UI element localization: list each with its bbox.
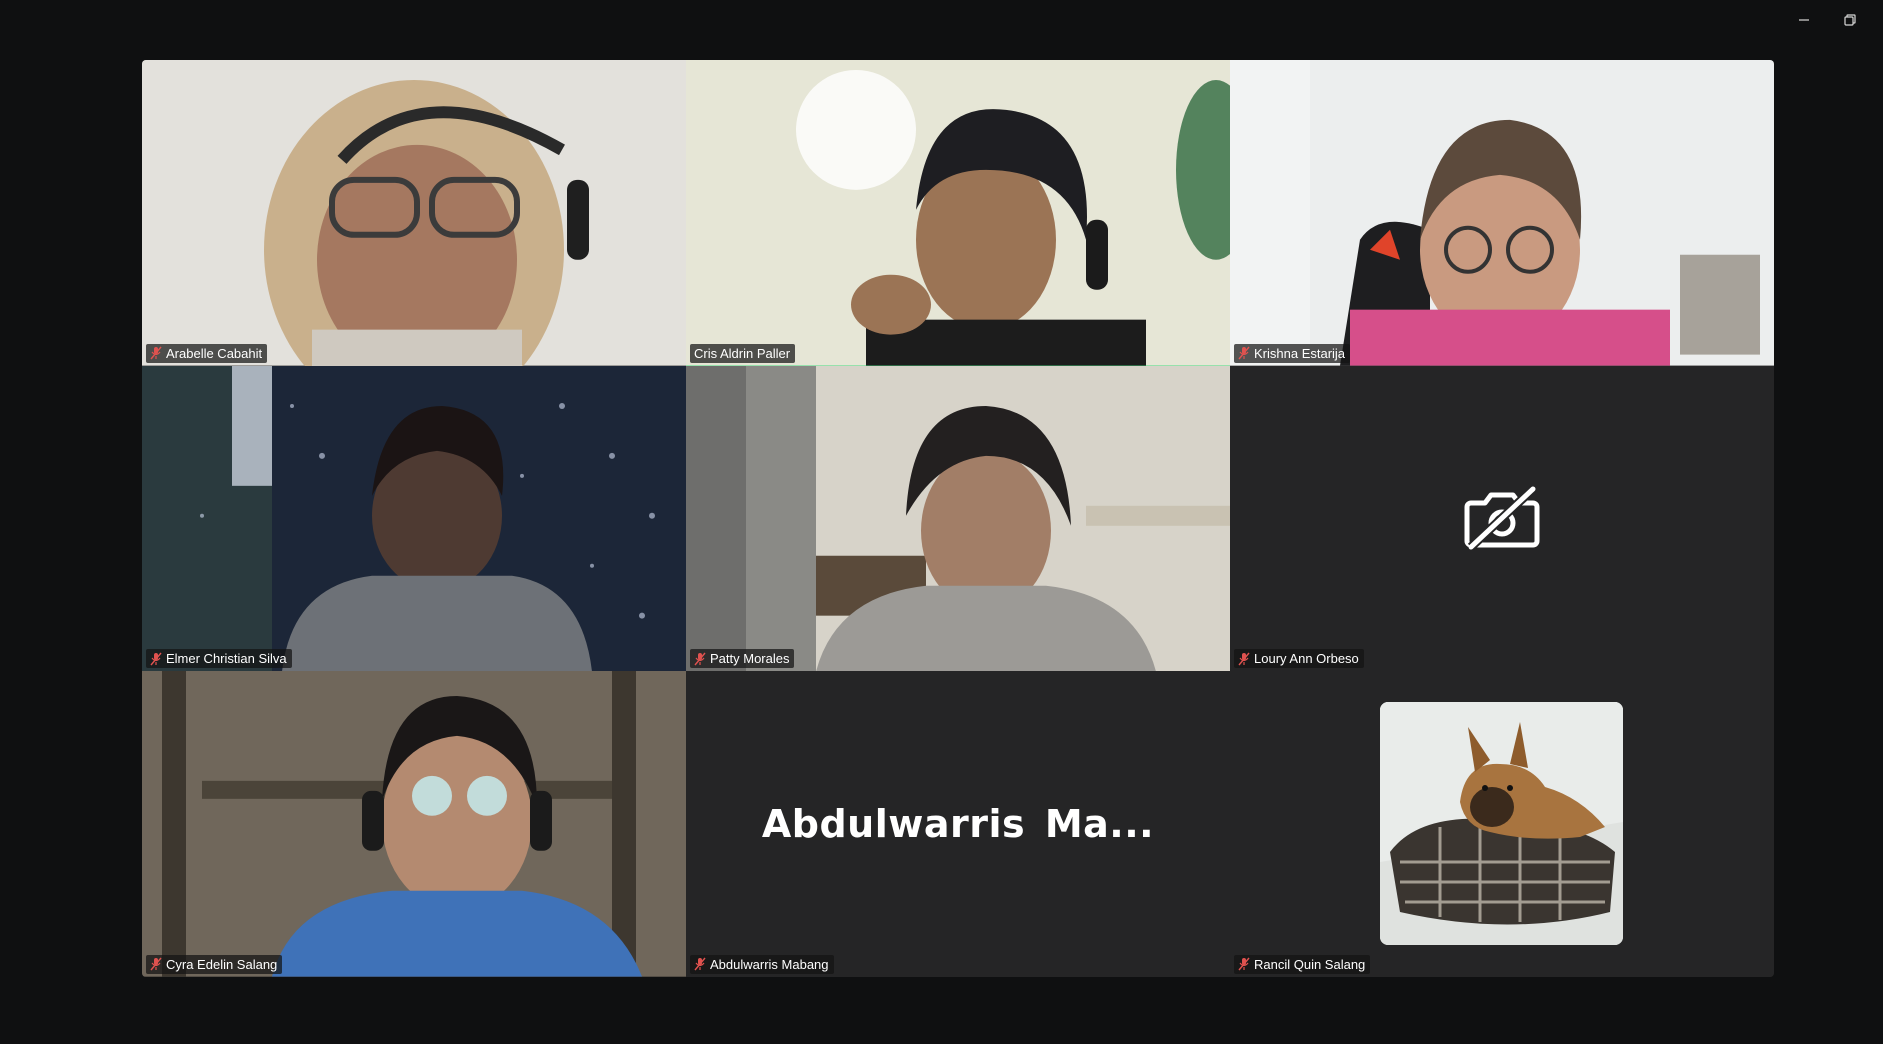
camera-off-icon	[1464, 486, 1540, 551]
participant-name: Abdulwarris Mabang	[710, 956, 829, 972]
muted-mic-icon	[150, 346, 162, 360]
participant-name: Cris Aldrin Paller	[694, 345, 791, 361]
participant-name: Patty Morales	[710, 651, 790, 667]
participant-tile[interactable]: Loury Ann Orbeso	[1230, 365, 1774, 672]
participant-video	[1230, 60, 1774, 366]
participant-name: Rancil Quin Salang	[1254, 956, 1366, 972]
participant-name-tag: Patty Morales	[690, 649, 795, 669]
restore-icon	[1844, 14, 1856, 26]
participant-video	[142, 60, 686, 366]
participant-tile[interactable]: Elmer Christian Silva	[142, 365, 686, 672]
participant-name-tag: Cris Aldrin Paller	[690, 343, 796, 363]
participant-name-tag: Krishna Estarija	[1234, 343, 1351, 363]
participant-video	[142, 671, 686, 977]
participant-tile[interactable]: Arabelle Cabahit	[142, 60, 686, 366]
participant-tile[interactable]: Krishna Estarija	[1230, 60, 1774, 366]
participant-name-tag: Elmer Christian Silva	[146, 649, 292, 669]
muted-mic-icon	[694, 652, 706, 666]
participant-name: Cyra Edelin Salang	[166, 956, 278, 972]
minimize-icon	[1799, 19, 1809, 21]
muted-mic-icon	[150, 652, 162, 666]
muted-mic-icon	[1238, 652, 1250, 666]
participant-video	[686, 60, 1230, 366]
profile-picture	[1380, 702, 1623, 946]
participant-name-tag: Arabelle Cabahit	[146, 343, 268, 363]
participant-name-tag: Rancil Quin Salang	[1234, 954, 1371, 974]
participant-video	[142, 365, 686, 672]
participant-name: Elmer Christian Silva	[166, 651, 287, 667]
participant-name-tag: Cyra Edelin Salang	[146, 954, 283, 974]
participant-name: Loury Ann Orbeso	[1254, 651, 1359, 667]
participant-tile[interactable]: Patty Morales	[686, 365, 1230, 672]
minimize-button[interactable]	[1789, 8, 1819, 32]
muted-mic-icon	[1238, 346, 1250, 360]
gallery-grid: Arabelle Cabahit Cris Aldrin Paller Kris…	[142, 60, 1774, 977]
participant-tile[interactable]: Abdulwarris Ma... Abdulwarris Mabang	[686, 671, 1230, 977]
participant-name: Krishna Estarija	[1254, 345, 1346, 361]
participant-name: Arabelle Cabahit	[166, 345, 263, 361]
muted-mic-icon	[694, 957, 706, 971]
muted-mic-icon	[150, 957, 162, 971]
meeting-window: Arabelle Cabahit Cris Aldrin Paller Kris…	[0, 0, 1883, 1044]
dog-photo	[1380, 702, 1623, 946]
participant-name-tag: Abdulwarris Mabang	[690, 954, 834, 974]
participant-name-tag: Loury Ann Orbeso	[1234, 649, 1364, 669]
window-controls	[1789, 8, 1865, 32]
restore-button[interactable]	[1835, 8, 1865, 32]
participant-tile-active-speaker[interactable]: Cris Aldrin Paller	[686, 60, 1230, 366]
participant-tile[interactable]: Rancil Quin Salang	[1230, 671, 1774, 977]
participant-video	[686, 365, 1230, 672]
participant-tile[interactable]: Cyra Edelin Salang	[142, 671, 686, 977]
participant-display-name: Abdulwarris Ma...	[761, 801, 1155, 846]
muted-mic-icon	[1238, 957, 1250, 971]
